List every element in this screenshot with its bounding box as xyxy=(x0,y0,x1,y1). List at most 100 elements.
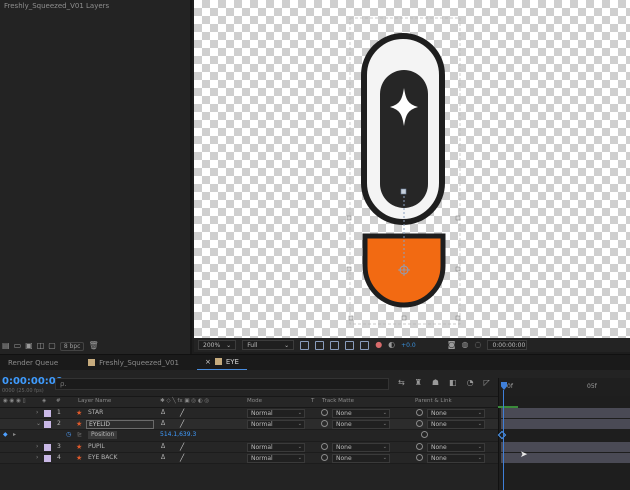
graph-editor-icon[interactable]: ◸ xyxy=(484,378,490,387)
chevron-down-icon: ⌄ xyxy=(297,444,302,450)
snapshot-icon[interactable]: ◙ xyxy=(448,341,456,349)
track-matte-dropdown[interactable]: None ⌄ xyxy=(332,443,390,452)
layer-name[interactable]: EYELID xyxy=(86,420,154,429)
layer-name[interactable]: EYE BACK xyxy=(88,454,117,462)
timeline-timecode[interactable]: 0:00:00:00 xyxy=(2,376,63,387)
parent-dropdown[interactable]: None ⌄ xyxy=(427,409,485,418)
layer-row-star[interactable]: › 1 ★ STAR ᐃ ╱ Normal ⌄ None ⌄ None ⌄ xyxy=(0,408,498,419)
parent-dropdown[interactable]: None ⌄ xyxy=(427,420,485,429)
timeline-fps: 0000 (25.00 fps) xyxy=(2,388,44,394)
color-picker-icon[interactable]: ◌ xyxy=(474,341,481,349)
interpret-footage-icon[interactable]: ▤ xyxy=(2,342,10,350)
pick-whip-icon[interactable] xyxy=(416,420,423,427)
expand-arrow-icon[interactable]: › xyxy=(36,454,38,462)
shy-layers-icon[interactable]: ☗ xyxy=(432,378,439,387)
track-matte-icon[interactable] xyxy=(321,443,328,450)
new-composition-icon[interactable]: ▣ xyxy=(25,342,33,350)
column-t: T xyxy=(311,398,315,404)
parent-dropdown[interactable]: None ⌄ xyxy=(427,454,485,463)
layer-name[interactable]: STAR xyxy=(88,409,103,417)
keyframe-navigator-icon[interactable]: ◆ xyxy=(3,431,8,439)
position-value[interactable]: 514.1,639.3 xyxy=(160,431,196,438)
resolution-dropdown[interactable]: Full ⌄ xyxy=(242,340,295,350)
track-matte-icon[interactable] xyxy=(321,454,328,461)
shy-switch-icon[interactable]: ᐃ xyxy=(161,420,165,428)
keyframe-nav-arrow-icon[interactable]: ▸ xyxy=(13,431,16,439)
layer-row-eye-back[interactable]: › 4 ★ EYE BACK ᐃ ╱ Normal ⌄ None ⌄ None ⌄ xyxy=(0,453,498,464)
quality-switch-icon[interactable]: ╱ xyxy=(180,409,184,417)
color-channels-icon[interactable]: ● xyxy=(375,341,382,349)
trash-icon[interactable]: 🗑 xyxy=(88,342,98,350)
frame-blending-icon[interactable]: ◧ xyxy=(449,378,457,387)
work-area-bar[interactable] xyxy=(498,406,518,408)
mask-visibility-icon[interactable] xyxy=(330,340,340,350)
track-matte-dropdown[interactable]: None ⌄ xyxy=(332,454,390,463)
chevron-down-icon: ⌄ xyxy=(226,342,232,349)
track-bar-eyelid[interactable] xyxy=(501,419,630,429)
pick-whip-icon[interactable] xyxy=(416,409,423,416)
settings-icon[interactable]: ◫ xyxy=(37,342,45,350)
region-of-interest-icon[interactable] xyxy=(300,340,310,350)
label-swatch[interactable] xyxy=(44,421,51,428)
guides-icon[interactable] xyxy=(345,340,355,350)
draft-3d-icon[interactable]: ♜ xyxy=(415,378,422,387)
shy-switch-icon[interactable]: ᐃ xyxy=(161,443,165,451)
layer-row-pupil[interactable]: › 3 ★ PUPIL ᐃ ╱ Normal ⌄ None ⌄ None ⌄ xyxy=(0,442,498,453)
layer-column-header: ◉ ◉ ◉ ▯ ◈ # Layer Name ✱ ◇ ╲ fx ▣ ◎ ◐ ◎ … xyxy=(0,396,498,408)
tab-eye[interactable]: × EYE xyxy=(196,355,247,371)
expand-arrow-icon[interactable]: › xyxy=(36,409,38,417)
label-swatch[interactable] xyxy=(44,410,51,417)
mode-dropdown[interactable]: Normal ⌄ xyxy=(247,454,305,463)
zoom-dropdown[interactable]: 200% ⌄ xyxy=(198,340,237,350)
exposure-value[interactable]: +0.0 xyxy=(401,342,416,349)
mode-dropdown[interactable]: Normal ⌄ xyxy=(247,443,305,452)
flowchart-icon[interactable]: ▢ xyxy=(48,342,56,350)
mode-dropdown[interactable]: Normal ⌄ xyxy=(247,420,305,429)
bit-depth-button[interactable]: 8 bpc xyxy=(59,341,85,351)
eye-artwork xyxy=(346,17,461,325)
close-icon[interactable]: × xyxy=(205,358,211,366)
shy-switch-icon[interactable]: ᐃ xyxy=(161,409,165,417)
stopwatch-icon[interactable]: ◷ xyxy=(66,431,71,439)
track-matte-icon[interactable] xyxy=(321,420,328,427)
collapse-arrow-icon[interactable]: ⌄ xyxy=(36,420,41,428)
mode-dropdown[interactable]: Normal ⌄ xyxy=(247,409,305,418)
track-matte-dropdown[interactable]: None ⌄ xyxy=(332,409,390,418)
label-swatch[interactable] xyxy=(44,455,51,462)
mouse-cursor-icon: ➤ xyxy=(520,450,528,460)
layer-search-input[interactable]: ρ. xyxy=(55,378,389,390)
property-row-position[interactable]: ◆ ▸ ◷ ⊵ Position 514.1,639.3 xyxy=(0,430,498,442)
transparency-grid-icon[interactable] xyxy=(315,340,325,350)
quality-switch-icon[interactable]: ╱ xyxy=(180,420,184,428)
quality-switch-icon[interactable]: ╱ xyxy=(180,454,184,462)
expand-arrow-icon[interactable]: › xyxy=(36,443,38,451)
layer-name[interactable]: PUPIL xyxy=(88,443,105,451)
layer-tracks[interactable] xyxy=(498,396,630,490)
time-ruler[interactable]: 0f 05f xyxy=(498,378,630,396)
exposure-icon[interactable]: ◐ xyxy=(388,341,395,349)
comp-swatch xyxy=(214,358,222,365)
new-folder-icon[interactable]: ▭ xyxy=(14,342,22,350)
3d-view-icon[interactable] xyxy=(360,340,370,350)
column-layer-name[interactable]: Layer Name xyxy=(78,398,111,404)
show-snapshot-icon[interactable]: ◍ xyxy=(462,341,469,349)
tab-render-queue[interactable]: Render Queue xyxy=(0,355,66,371)
shy-switch-icon[interactable]: ᐃ xyxy=(161,454,165,462)
motion-blur-icon[interactable]: ◔ xyxy=(467,378,474,387)
track-matte-icon[interactable] xyxy=(321,409,328,416)
tab-freshly-squeezed[interactable]: Freshly_Squeezed_V01 xyxy=(80,355,187,371)
track-bar-star[interactable] xyxy=(501,408,630,418)
property-name: Position xyxy=(88,431,118,439)
layer-row-eyelid[interactable]: ⌄ 2 ★ EYELID ᐃ ╱ Normal ⌄ None ⌄ None ⌄ xyxy=(0,419,498,430)
property-pick-whip-icon[interactable] xyxy=(421,431,428,438)
parent-dropdown[interactable]: None ⌄ xyxy=(427,443,485,452)
label-swatch[interactable] xyxy=(44,444,51,451)
quality-switch-icon[interactable]: ╱ xyxy=(180,443,184,451)
track-matte-dropdown[interactable]: None ⌄ xyxy=(332,420,390,429)
current-time-field[interactable]: 0:00:00:00 xyxy=(487,340,528,350)
timeline-panel: 0:00:00:00 0000 (25.00 fps) ρ. ⇆ ♜ ☗ ◧ ◔… xyxy=(0,370,630,490)
pick-whip-icon[interactable] xyxy=(416,443,423,450)
composition-mini-flowchart-icon[interactable]: ⇆ xyxy=(398,378,405,387)
composition-viewer[interactable] xyxy=(194,0,630,338)
pick-whip-icon[interactable] xyxy=(416,454,423,461)
